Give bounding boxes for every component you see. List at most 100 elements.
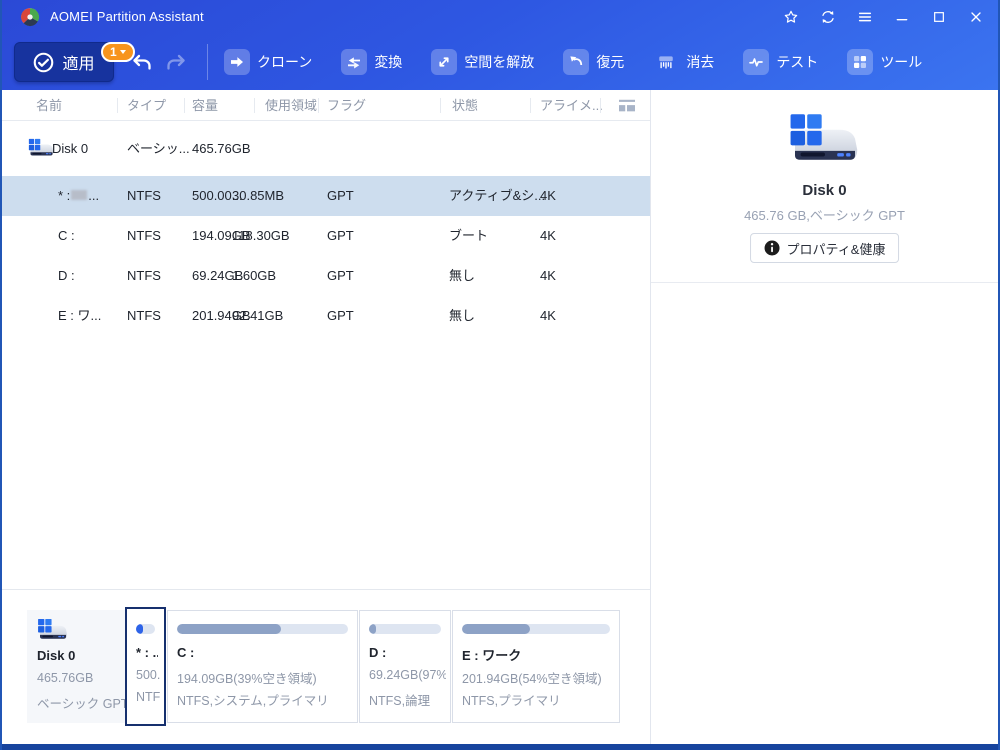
table-row-disk[interactable]: Disk 0 ベーシッ...465.76GB <box>2 121 650 176</box>
column-header-4[interactable]: フラグ <box>327 90 366 121</box>
cell-flag: GPT <box>327 296 354 336</box>
redo-button[interactable] <box>164 51 188 75</box>
detail-panel: Disk 0 465.76 GB,ベーシック GPT プロパティ&健康 <box>650 90 998 744</box>
tools-icon <box>847 49 873 75</box>
test-icon <box>743 49 769 75</box>
maximize-button[interactable] <box>920 0 957 33</box>
cell-used: 1.60GB <box>232 256 276 296</box>
column-header-2[interactable]: 容量 <box>192 90 218 121</box>
partition-capacity: 194.09GB(39%空き領域) <box>177 668 353 687</box>
cell-alignment: 4K <box>540 216 556 256</box>
cell-flag: GPT <box>327 256 354 296</box>
table-row-partition[interactable]: C :NTFS194.09GB118.30GBGPTブート4K <box>2 216 650 256</box>
toolbar-item-label: テスト <box>776 52 818 72</box>
toolbar-item-test[interactable]: テスト <box>743 49 818 75</box>
table-row-partition[interactable]: D :NTFS69.24GB1.60GBGPT無し4K <box>2 256 650 296</box>
refresh-button[interactable] <box>809 0 846 33</box>
maximize-icon <box>931 9 947 25</box>
partition-name: * : ... <box>136 645 158 660</box>
cell-capacity: 465.76GB <box>192 121 251 176</box>
usage-bar <box>136 624 155 634</box>
partition-capacity: 69.24GB(97%... <box>369 668 446 682</box>
toolbar-item-convert[interactable]: 変換 <box>341 49 402 75</box>
cell-type: NTFS <box>127 176 161 216</box>
cell-status: 無し <box>449 256 475 296</box>
header: AOMEI Partition Assistant 適用 1 <box>2 0 998 90</box>
column-separator <box>440 98 441 113</box>
cell-used: 118.30GB <box>232 216 290 256</box>
cell-status: 無し <box>449 296 475 336</box>
star-icon <box>783 9 799 25</box>
partition-block[interactable]: E : ワーク201.94GB(54%空き領域)NTFS,プライマリ <box>452 610 620 723</box>
apply-button[interactable]: 適用 1 <box>14 42 114 82</box>
restore-icon <box>563 49 589 75</box>
info-icon <box>764 240 780 256</box>
toolbar-item-label: 復元 <box>596 52 624 72</box>
toolbar-item-free-space[interactable]: 空間を解放 <box>431 49 534 75</box>
detail-disk-info: 465.76 GB,ベーシック GPT <box>651 205 998 224</box>
cell-name: * :... <box>58 176 99 216</box>
toolbar-item-label: 消去 <box>686 52 714 72</box>
cell-flag: GPT <box>327 216 354 256</box>
close-icon <box>968 9 984 25</box>
app-window: AOMEI Partition Assistant 適用 1 <box>0 0 1000 750</box>
chevron-down-icon <box>120 50 126 54</box>
disk-map-panel: Disk 0 465.76GB ベーシック GPT * : ...500...N… <box>2 590 650 744</box>
panel-divider <box>651 282 998 283</box>
column-separator <box>530 98 531 113</box>
table-row-partition[interactable]: E : ワ...NTFS201.94GB92.41GBGPT無し4K <box>2 296 650 336</box>
column-header-1[interactable]: タイプ <box>127 90 166 121</box>
column-header-3[interactable]: 使用領域 <box>265 90 317 121</box>
app-logo-icon <box>20 7 40 27</box>
convert-icon <box>341 49 367 75</box>
toolbar-item-restore[interactable]: 復元 <box>563 49 624 75</box>
close-button[interactable] <box>957 0 994 33</box>
toolbar: 適用 1 クローン 変換 空間を解放 復元 消去 テスト ツール <box>2 33 998 90</box>
menu-icon <box>857 9 873 25</box>
cell-alignment: 4K <box>540 256 556 296</box>
usage-bar-fill <box>369 624 376 634</box>
disk-map-strip: Disk 0 465.76GB ベーシック GPT * : ...500...N… <box>2 610 650 723</box>
disk-map-disk-block[interactable]: Disk 0 465.76GB ベーシック GPT <box>27 610 125 723</box>
check-circle-icon <box>33 52 54 73</box>
cell-status: アクティブ&シ... <box>449 176 545 216</box>
cell-type: NTFS <box>127 256 161 296</box>
toolbar-item-clone[interactable]: クローン <box>224 49 312 75</box>
properties-health-button[interactable]: プロパティ&健康 <box>750 233 900 263</box>
window-controls <box>772 0 994 33</box>
minimize-button[interactable] <box>883 0 920 33</box>
menu-button[interactable] <box>846 0 883 33</box>
column-separator <box>318 98 319 113</box>
view-options-button[interactable] <box>612 94 642 118</box>
toolbar-items: クローン 変換 空間を解放 復元 消去 テスト ツール <box>224 33 922 90</box>
erase-icon <box>653 49 679 75</box>
cell-type: NTFS <box>127 296 161 336</box>
favorite-button[interactable] <box>772 0 809 33</box>
partition-name: E : ワーク <box>462 645 613 664</box>
column-header-6[interactable]: アライメ... <box>540 90 603 121</box>
table-row-partition[interactable]: * :...NTFS500.00...30.85MBGPTアクティブ&シ...4… <box>2 176 650 216</box>
column-header-0[interactable]: 名前 <box>36 90 62 121</box>
toolbar-item-tools[interactable]: ツール <box>847 49 922 75</box>
column-separator <box>117 98 118 113</box>
titlebar: AOMEI Partition Assistant <box>2 0 998 33</box>
cell-type: ベーシッ... <box>127 121 190 176</box>
cell-flag: GPT <box>327 176 354 216</box>
badge-count: 1 <box>110 45 117 59</box>
refresh-icon <box>820 9 836 25</box>
disk-map-disk-type: ベーシック GPT <box>37 693 128 712</box>
partition-block[interactable]: * : ...500...NTF... <box>125 607 166 726</box>
pending-operations-badge[interactable]: 1 <box>101 42 135 62</box>
toolbar-item-erase[interactable]: 消去 <box>653 49 714 75</box>
partition-block[interactable]: C :194.09GB(39%空き領域)NTFS,システム,プライマリ <box>167 610 358 723</box>
partition-filesystem: NTFS,プライマリ <box>462 690 615 709</box>
usage-bar <box>177 624 348 634</box>
cell-name: Disk 0 <box>52 121 88 176</box>
usage-bar <box>369 624 441 634</box>
usage-bar-fill <box>177 624 281 634</box>
partition-filesystem: NTF... <box>136 690 160 704</box>
usage-bar <box>462 624 610 634</box>
column-header-5[interactable]: 状態 <box>452 90 478 121</box>
partition-block[interactable]: D :69.24GB(97%...NTFS,論理 <box>359 610 451 723</box>
apply-button-label: 適用 <box>62 50 94 74</box>
